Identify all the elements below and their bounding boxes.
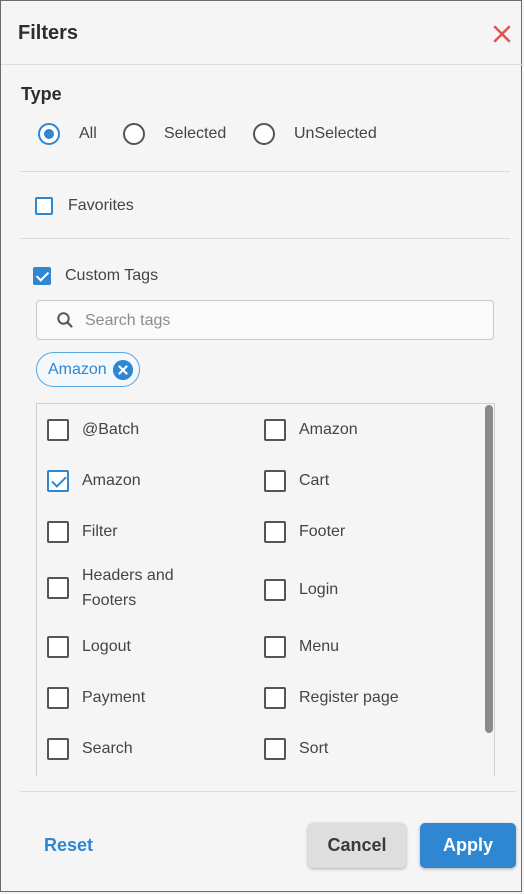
- tag-checkbox[interactable]: [47, 469, 69, 492]
- type-section-label: Type: [21, 84, 62, 104]
- remove-chip-icon[interactable]: [112, 359, 133, 380]
- tag-checkbox[interactable]: [264, 737, 286, 760]
- tag-checkbox[interactable]: [47, 418, 69, 441]
- radio-selected-label: Selected: [164, 125, 227, 142]
- tag-checkbox[interactable]: [264, 469, 286, 492]
- tag-item-amazon-checked[interactable]: Amazon: [47, 468, 141, 493]
- tag-item-register-page[interactable]: Register page: [264, 685, 399, 710]
- tag-item-sort[interactable]: Sort: [264, 736, 328, 761]
- selected-tag-chip-label: Amazon: [48, 360, 107, 378]
- tag-checkbox[interactable]: [47, 686, 69, 709]
- tag-label: Footer: [299, 523, 346, 540]
- tag-checkbox[interactable]: [264, 686, 286, 709]
- tag-label: Headers and Footers: [82, 567, 174, 609]
- filters-panel: Filters Type All Selected UnSelected Fav…: [0, 0, 523, 892]
- tag-item-logout[interactable]: Logout: [47, 634, 131, 659]
- tag-checkbox[interactable]: [264, 578, 286, 601]
- reset-button[interactable]: Reset: [44, 835, 93, 856]
- cancel-button[interactable]: Cancel: [308, 823, 406, 868]
- radio-all-label: All: [79, 125, 97, 142]
- favorites-checkbox-box[interactable]: [35, 197, 53, 215]
- radio-selected[interactable]: Selected: [123, 121, 226, 147]
- radio-unselected[interactable]: UnSelected: [253, 121, 377, 147]
- radio-selected-indicator[interactable]: [123, 123, 145, 145]
- panel-header: Filters: [1, 1, 523, 65]
- tag-checkbox[interactable]: [264, 418, 286, 441]
- tag-label: Sort: [299, 740, 329, 757]
- selected-tag-chip: Amazon: [36, 352, 140, 387]
- tag-label: Filter: [82, 523, 118, 540]
- tag-label: Cart: [299, 472, 330, 489]
- tag-item-login[interactable]: Login: [264, 577, 338, 602]
- radio-unselected-label: UnSelected: [294, 125, 377, 142]
- tag-checkbox[interactable]: [264, 520, 286, 543]
- radio-all-indicator[interactable]: [38, 123, 60, 145]
- tag-checkbox[interactable]: [47, 577, 69, 599]
- tag-item-menu[interactable]: Menu: [264, 634, 339, 659]
- divider: [20, 171, 510, 172]
- tag-checkbox[interactable]: [47, 635, 69, 658]
- tag-label: Amazon: [82, 472, 141, 489]
- search-icon: [57, 312, 73, 328]
- tag-label: Amazon: [299, 421, 358, 438]
- search-tags-field[interactable]: [36, 300, 494, 340]
- panel-title: Filters: [18, 22, 79, 44]
- tag-label: Payment: [82, 689, 146, 706]
- tag-label: Register page: [299, 689, 399, 706]
- tag-label: Login: [299, 581, 339, 598]
- divider: [20, 238, 510, 239]
- radio-unselected-indicator[interactable]: [253, 123, 275, 145]
- footer-divider: [20, 791, 516, 792]
- apply-button[interactable]: Apply: [420, 823, 516, 868]
- tag-checkbox[interactable]: [47, 737, 69, 760]
- search-tags-input[interactable]: [83, 309, 477, 333]
- tag-item-batch[interactable]: @Batch: [47, 417, 139, 442]
- radio-all[interactable]: All: [38, 121, 97, 147]
- custom-tags-label: Custom Tags: [65, 267, 159, 284]
- tag-item-footer[interactable]: Footer: [264, 519, 345, 544]
- tag-list-scrollbar[interactable]: [485, 405, 493, 733]
- tag-label: Logout: [82, 638, 131, 655]
- tag-item-amazon[interactable]: Amazon: [264, 417, 358, 442]
- tag-checkbox[interactable]: [47, 520, 69, 543]
- favorites-checkbox[interactable]: Favorites: [35, 197, 134, 215]
- tag-item-payment[interactable]: Payment: [47, 685, 145, 710]
- tag-label: Search: [82, 740, 133, 757]
- tag-item-cart[interactable]: Cart: [264, 468, 329, 493]
- tag-item-headers-and-footers[interactable]: Headers and Footers: [47, 563, 192, 613]
- tag-label: Menu: [299, 638, 340, 655]
- custom-tags-checkbox[interactable]: Custom Tags: [33, 267, 158, 285]
- tag-item-filter[interactable]: Filter: [47, 519, 118, 544]
- tag-item-search[interactable]: Search: [47, 736, 133, 761]
- tag-checkbox[interactable]: [264, 635, 286, 658]
- custom-tags-checkbox-box[interactable]: [33, 267, 51, 285]
- close-icon[interactable]: [491, 23, 513, 45]
- tag-label: @Batch: [82, 421, 140, 438]
- favorites-label: Favorites: [68, 197, 134, 214]
